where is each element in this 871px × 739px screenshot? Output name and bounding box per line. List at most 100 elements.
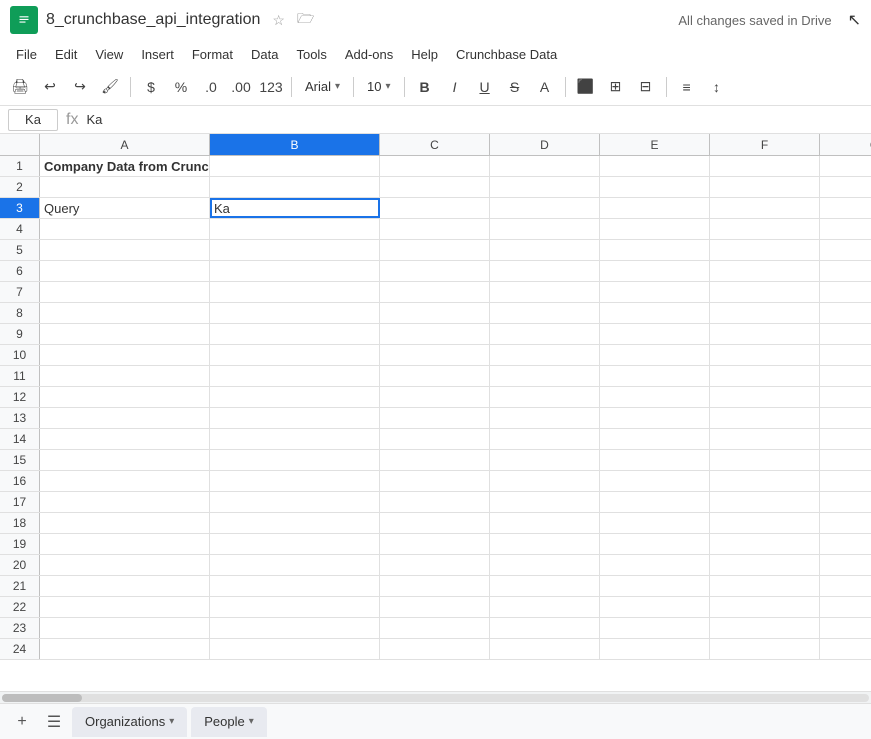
decimal-increase-button[interactable]: .00 — [227, 73, 255, 101]
list-item[interactable] — [40, 513, 210, 533]
list-item[interactable] — [600, 177, 710, 197]
list-item[interactable] — [490, 639, 600, 659]
row-num-24[interactable]: 24 — [0, 639, 40, 659]
list-item[interactable] — [710, 534, 820, 554]
row-num-11[interactable]: 11 — [0, 366, 40, 386]
list-item[interactable] — [490, 408, 600, 428]
list-item[interactable] — [600, 240, 710, 260]
row-num-10[interactable]: 10 — [0, 345, 40, 365]
list-item[interactable] — [380, 366, 490, 386]
list-item[interactable] — [710, 429, 820, 449]
row-num-17[interactable]: 17 — [0, 492, 40, 512]
list-item[interactable] — [600, 303, 710, 323]
row-num-2[interactable]: 2 — [0, 177, 40, 197]
list-item[interactable] — [210, 471, 380, 491]
list-item[interactable] — [490, 576, 600, 596]
star-icon[interactable]: ☆ — [272, 12, 285, 29]
menu-crunchbase[interactable]: Crunchbase Data — [448, 44, 565, 65]
row-num-19[interactable]: 19 — [0, 534, 40, 554]
list-item[interactable] — [710, 387, 820, 407]
list-item[interactable] — [820, 177, 871, 197]
menu-view[interactable]: View — [87, 44, 131, 65]
list-item[interactable] — [380, 534, 490, 554]
list-item[interactable] — [490, 513, 600, 533]
list-item[interactable] — [600, 555, 710, 575]
list-item[interactable] — [490, 303, 600, 323]
list-item[interactable] — [820, 576, 871, 596]
list-item[interactable] — [710, 282, 820, 302]
list-item[interactable] — [710, 324, 820, 344]
list-item[interactable] — [820, 261, 871, 281]
list-item[interactable] — [820, 387, 871, 407]
list-item[interactable] — [600, 387, 710, 407]
add-sheet-button[interactable]: + — [8, 708, 36, 736]
text-color-button[interactable]: A — [531, 73, 559, 101]
list-item[interactable] — [710, 471, 820, 491]
list-item[interactable] — [210, 261, 380, 281]
list-item[interactable] — [40, 450, 210, 470]
redo-button[interactable]: ↪ — [66, 73, 94, 101]
list-item[interactable] — [380, 429, 490, 449]
list-item[interactable] — [490, 219, 600, 239]
tab-organizations[interactable]: Organizations ▾ — [72, 707, 187, 737]
list-item[interactable] — [210, 345, 380, 365]
cell-reference-input[interactable] — [8, 109, 58, 131]
list-item[interactable] — [490, 366, 600, 386]
list-item[interactable] — [820, 639, 871, 659]
col-header-d[interactable]: D — [490, 134, 600, 155]
menu-addons[interactable]: Add-ons — [337, 44, 401, 65]
list-item[interactable] — [820, 156, 871, 176]
row-num-23[interactable]: 23 — [0, 618, 40, 638]
list-item[interactable] — [210, 366, 380, 386]
bold-button[interactable]: B — [411, 73, 439, 101]
list-item[interactable] — [380, 618, 490, 638]
number-format-button[interactable]: 123 — [257, 73, 285, 101]
list-item[interactable] — [380, 345, 490, 365]
list-item[interactable] — [40, 240, 210, 260]
list-item[interactable] — [710, 639, 820, 659]
list-item[interactable] — [380, 177, 490, 197]
list-item[interactable] — [600, 282, 710, 302]
paint-format-button[interactable]: 🖌 — [96, 73, 124, 101]
list-item[interactable] — [40, 576, 210, 596]
list-item[interactable] — [600, 618, 710, 638]
col-header-g[interactable]: G — [820, 134, 871, 155]
grid-scroll[interactable]: 1Company Data from Crunchbase API23Query… — [0, 156, 871, 691]
row-num-16[interactable]: 16 — [0, 471, 40, 491]
list-item[interactable] — [40, 639, 210, 659]
list-item[interactable] — [380, 324, 490, 344]
row-num-4[interactable]: 4 — [0, 219, 40, 239]
font-size-dropdown[interactable]: 10 ▾ — [360, 73, 398, 101]
row-num-12[interactable]: 12 — [0, 387, 40, 407]
undo-button[interactable]: ↩ — [36, 73, 64, 101]
row-num-9[interactable]: 9 — [0, 324, 40, 344]
list-item[interactable] — [710, 513, 820, 533]
list-item[interactable] — [600, 324, 710, 344]
list-item[interactable] — [40, 429, 210, 449]
folder-icon[interactable]: 🗁 — [297, 8, 314, 32]
menu-data[interactable]: Data — [243, 44, 286, 65]
list-item[interactable] — [210, 618, 380, 638]
borders-button[interactable]: ⊞ — [602, 73, 630, 101]
list-item[interactable] — [490, 324, 600, 344]
list-item[interactable] — [490, 282, 600, 302]
list-item[interactable] — [820, 240, 871, 260]
list-item[interactable] — [600, 471, 710, 491]
align-button[interactable]: ≡ — [673, 73, 701, 101]
list-item[interactable] — [820, 492, 871, 512]
list-item[interactable] — [710, 555, 820, 575]
list-item[interactable] — [380, 156, 490, 176]
sheet-menu-button[interactable]: ☰ — [40, 708, 68, 736]
list-item[interactable] — [600, 261, 710, 281]
list-item[interactable] — [40, 492, 210, 512]
list-item[interactable]: Company Data from Crunchbase API — [40, 156, 210, 176]
list-item[interactable] — [820, 345, 871, 365]
list-item[interactable] — [380, 513, 490, 533]
list-item[interactable] — [820, 366, 871, 386]
row-num-6[interactable]: 6 — [0, 261, 40, 281]
row-num-1[interactable]: 1 — [0, 156, 40, 176]
menu-insert[interactable]: Insert — [133, 44, 182, 65]
list-item[interactable] — [490, 492, 600, 512]
list-item[interactable] — [210, 282, 380, 302]
list-item[interactable] — [380, 219, 490, 239]
